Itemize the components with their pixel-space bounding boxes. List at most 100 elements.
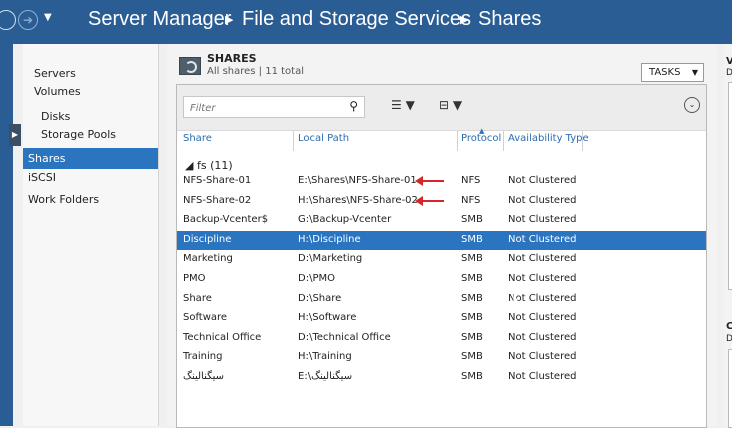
group-header[interactable]: ◢ fs (11)	[185, 159, 233, 172]
filter-box[interactable]: ⚲	[183, 96, 365, 118]
cell-share: Share	[183, 292, 212, 304]
breadcrumb-server-manager[interactable]: Server Manager	[88, 8, 231, 31]
cell-protocol: SMB	[461, 331, 483, 343]
column-header-protocol[interactable]: Protocol	[461, 133, 501, 144]
back-button[interactable]	[0, 10, 16, 30]
group-label: fs (11)	[196, 159, 233, 172]
tile-subtitle: All shares | 11 total	[207, 66, 305, 77]
cell-availability-type: Not Clustered	[508, 331, 577, 343]
cell-local-path: G:\Backup-Vcenter	[298, 214, 392, 226]
left-frame	[0, 44, 13, 426]
breadcrumb-shares: Shares	[478, 8, 542, 30]
column-header-share[interactable]: Share	[183, 133, 212, 144]
cell-availability-type: Not Clustered	[508, 371, 577, 382]
cell-protocol: SMB	[461, 273, 483, 284]
table-row[interactable]: سیگنالینگ E:\سیگنالینگ SMB Not Clustered	[177, 368, 706, 387]
cell-availability-type: Not Clustered	[508, 273, 577, 284]
sidebar-item-storage-pools[interactable]: Storage Pools	[23, 126, 158, 147]
sidebar-item-work-folders[interactable]: Work Folders	[23, 192, 158, 213]
column-divider[interactable]	[293, 131, 294, 151]
forward-button[interactable]: ➔	[18, 10, 38, 30]
cell-availability-type: Not Clustered	[508, 233, 577, 245]
cell-share: PMO	[183, 273, 206, 284]
expand-pane-icon[interactable]: ▶	[9, 124, 21, 146]
table-row[interactable]: NFS-Share-02 H:\Shares\NFS-Share-02 NFS Not…	[177, 192, 706, 211]
cell-availability-type: Not Clustered	[508, 312, 577, 324]
cell-availability-type: Not Clustered	[508, 194, 577, 206]
cell-local-path: D:\Technical Office	[298, 331, 391, 343]
cell-availability-type: Not Clustered	[508, 214, 577, 226]
cell-local-path: H:\Training	[298, 351, 352, 363]
table-row[interactable]: Technical Office D:\Technical Office SMB No…	[177, 329, 706, 348]
sidebar-item-volumes[interactable]: Volumes	[23, 84, 158, 105]
cell-share: Technical Office	[183, 331, 262, 343]
column-divider[interactable]	[582, 131, 583, 151]
cell-local-path: E:\سیگنالینگ	[298, 371, 353, 382]
cell-local-path: H:\Software	[298, 312, 357, 324]
sidebar-item-iscsi[interactable]: iSCSI	[23, 170, 158, 191]
column-divider[interactable]	[503, 131, 504, 151]
cell-protocol: NFS	[461, 175, 481, 186]
cell-availability-type: Not Clustered	[508, 253, 577, 265]
cell-share: Backup-Vcenter$	[183, 214, 269, 226]
history-dropdown-icon[interactable]: ▼	[44, 12, 52, 23]
cell-availability-type: Not Clustered	[508, 175, 577, 186]
cell-protocol: SMB	[461, 233, 483, 245]
tasks-label: TASKS	[649, 67, 681, 78]
shares-tile: SHARES All shares | 11 total TASKS ▼ ⚲ ☰…	[167, 44, 717, 428]
table-row[interactable]: NFS-Share-01 E:\Shares\NFS-Share-01 NFS Not…	[177, 172, 706, 191]
cell-share: NFS-Share-02	[183, 194, 252, 206]
cell-protocol: SMB	[461, 253, 483, 265]
right-pane: V D C D	[724, 44, 732, 428]
cell-protocol: NFS	[461, 194, 481, 206]
cell-share: سیگنالینگ	[183, 371, 225, 382]
table-row[interactable]: Marketing D:\Marketing SMB Not Clustered	[177, 250, 706, 269]
collapse-group-icon[interactable]: ◢	[185, 159, 193, 172]
filter-bar: ⚲ ☰ ▼ ⊟ ▼ ⌄	[177, 85, 706, 131]
cell-share: Software	[183, 312, 228, 324]
cell-availability-type: Not Clustered	[508, 351, 577, 363]
column-header-availability-type[interactable]: Availability Type	[508, 133, 589, 144]
pane-subheading: D	[726, 334, 732, 344]
table-row[interactable]: PMO D:\PMO SMB Not Clustered	[177, 270, 706, 289]
sidebar-item-label: Volumes	[34, 85, 81, 98]
cell-local-path: H:\Shares\NFS-Share-02	[298, 194, 418, 206]
cell-protocol: SMB	[461, 214, 483, 226]
shares-grid: ⚲ ☰ ▼ ⊟ ▼ ⌄ ▲ Share Local Path Protocol …	[176, 84, 707, 428]
cell-protocol: SMB	[461, 292, 483, 304]
cell-local-path: D:\Share	[298, 292, 342, 304]
collapse-icon[interactable]: ⌄	[684, 97, 700, 113]
column-divider[interactable]	[457, 131, 458, 151]
table-row[interactable]: Backup-Vcenter$ G:\Backup-Vcenter SMB Not C…	[177, 211, 706, 230]
cell-share: NFS-Share-01	[183, 175, 252, 186]
sidebar-item-shares[interactable]: Shares	[23, 148, 158, 169]
title-bar: ➔ ▼ Server Manager ▶ File and Storage Se…	[0, 0, 732, 44]
sidebar-item-label: Storage Pools	[41, 128, 117, 141]
saved-queries-icon[interactable]: ⊟ ▼	[439, 98, 462, 112]
cell-share: Training	[183, 351, 223, 363]
table-row[interactable]: Software H:\Software SMB Not Clustered	[177, 309, 706, 328]
table-row[interactable]: Training H:\Training SMB Not Clustered	[177, 348, 706, 367]
breadcrumb-file-storage-services[interactable]: File and Storage Services	[242, 8, 471, 31]
annotation-arrow	[415, 195, 444, 206]
table-row[interactable]: Share D:\Share SMB Not Clustered	[177, 290, 706, 309]
cell-local-path: E:\Shares\NFS-Share-01	[298, 175, 417, 186]
table-row[interactable]: Discipline H:\Discipline SMB Not Clustered	[177, 230, 706, 250]
cell-protocol: SMB	[461, 312, 483, 324]
cell-local-path: D:\PMO	[298, 273, 335, 284]
filter-input[interactable]	[188, 99, 332, 117]
sidebar-item-disks[interactable]: Disks	[23, 104, 158, 125]
chevron-down-icon: ▼	[691, 68, 698, 77]
chevron-right-icon: ▶	[225, 13, 234, 26]
tasks-button[interactable]: TASKS ▼	[641, 63, 704, 82]
search-icon[interactable]: ⚲	[349, 99, 358, 113]
shares-icon	[179, 57, 201, 75]
cell-share: Marketing	[183, 253, 233, 265]
volume-pane-box	[728, 82, 732, 290]
cell-local-path: D:\Marketing	[298, 253, 363, 265]
cell-protocol: SMB	[461, 351, 483, 363]
pane-heading: V	[726, 56, 732, 67]
column-header-local-path[interactable]: Local Path	[298, 133, 349, 144]
sidebar-item-label: Work Folders	[28, 193, 100, 206]
query-options-icon[interactable]: ☰ ▼	[391, 98, 415, 112]
